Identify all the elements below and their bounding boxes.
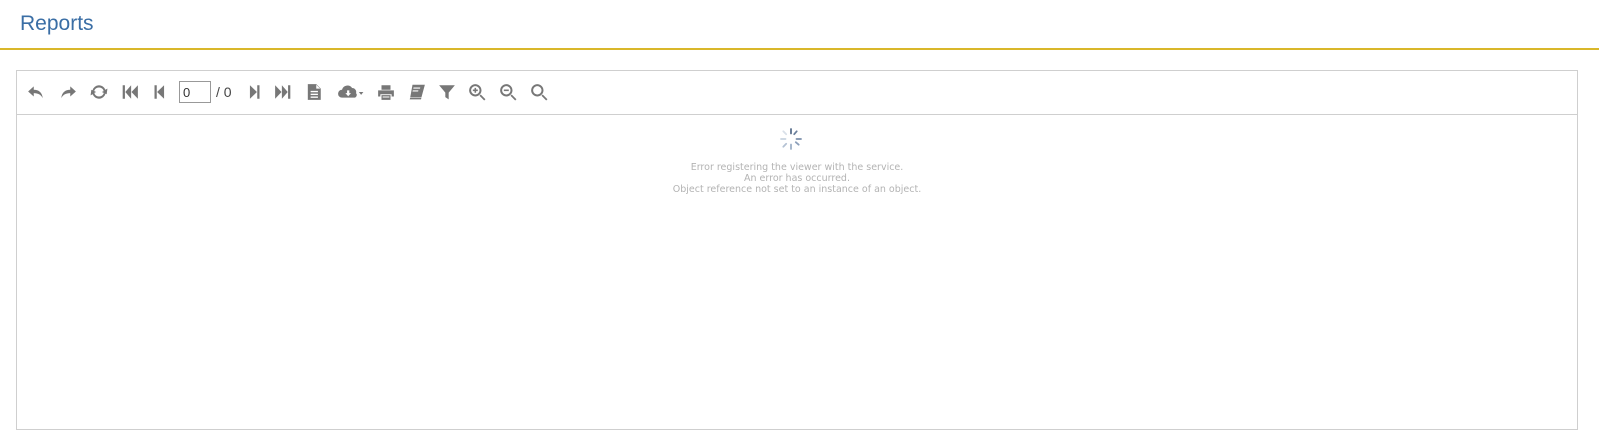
export-button[interactable] [335, 81, 367, 103]
viewer-toolbar: / 0 [17, 71, 1577, 115]
error-message: Error registering the viewer with the se… [17, 162, 1577, 195]
cloud-download-icon [338, 85, 364, 98]
next-page-icon [249, 85, 260, 99]
undo-button[interactable] [25, 81, 47, 103]
refresh-icon [90, 85, 108, 99]
zoom-in-button[interactable] [466, 81, 488, 103]
redo-icon [61, 86, 76, 99]
page-number-input[interactable] [179, 81, 211, 103]
redo-button[interactable] [57, 81, 79, 103]
zoom-in-icon [469, 84, 486, 101]
zoom-out-icon [500, 84, 517, 101]
parameters-button[interactable] [436, 81, 458, 103]
first-page-button[interactable] [119, 81, 141, 103]
search-button[interactable] [528, 81, 550, 103]
error-line: An error has occurred. [744, 173, 850, 184]
page-header: Reports [0, 0, 1599, 50]
loading-spinner-icon [780, 128, 802, 150]
page-count: / 0 [216, 84, 232, 100]
print-layout-button[interactable] [406, 81, 428, 103]
refresh-button[interactable] [88, 81, 110, 103]
zoom-out-button[interactable] [497, 81, 519, 103]
report-viewer: / 0 [16, 70, 1578, 430]
last-page-button[interactable] [272, 81, 294, 103]
previous-page-button[interactable] [148, 81, 170, 103]
print-button[interactable] [375, 81, 397, 103]
undo-icon [28, 86, 43, 99]
print-icon [378, 85, 394, 100]
error-line: Error registering the viewer with the se… [690, 162, 904, 173]
search-icon [531, 84, 548, 101]
error-line: Object reference not set to an instance … [672, 184, 922, 195]
next-page-button[interactable] [244, 81, 266, 103]
first-page-icon [122, 85, 138, 99]
filter-icon [439, 85, 455, 100]
document-button[interactable] [303, 81, 325, 103]
page-title: Reports [20, 12, 94, 35]
last-page-icon [275, 85, 291, 99]
book-icon [409, 84, 425, 100]
previous-page-icon [154, 85, 165, 99]
document-icon [307, 84, 321, 100]
